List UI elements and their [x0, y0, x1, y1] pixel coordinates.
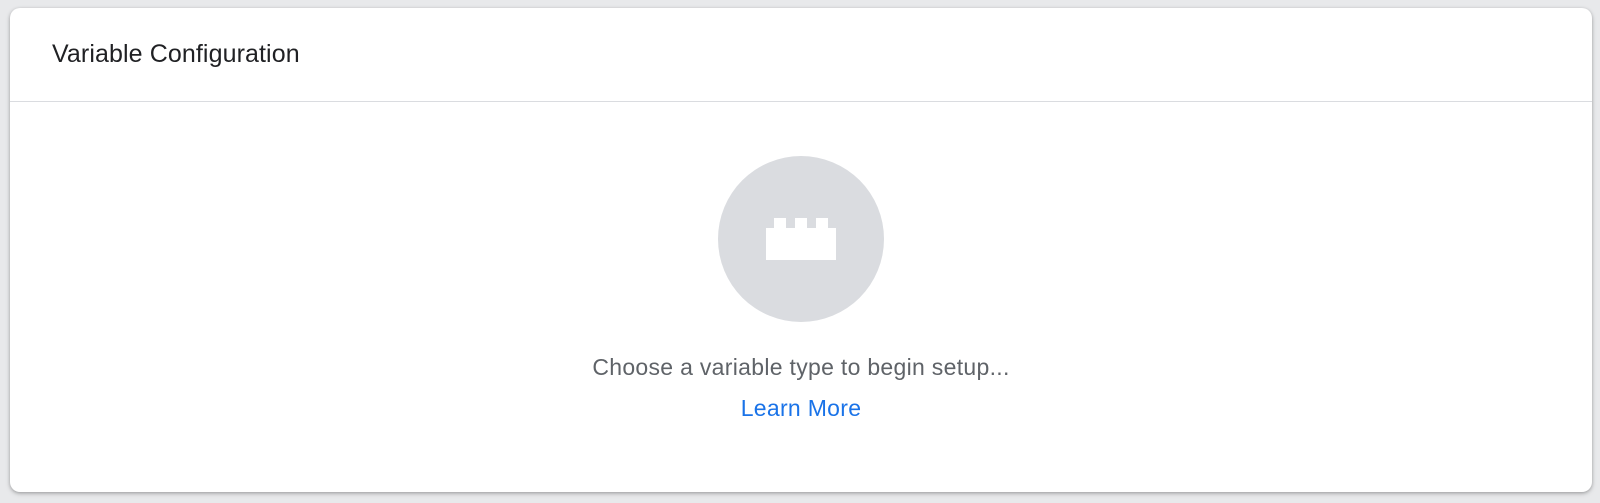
variable-configuration-card: Variable Configuration Choose a variable… [10, 8, 1592, 492]
learn-more-link[interactable]: Learn More [741, 395, 862, 422]
panel-title: Variable Configuration [52, 40, 300, 68]
lego-brick-icon [766, 218, 836, 260]
choose-variable-type-button[interactable] [718, 156, 884, 322]
card-header: Variable Configuration [10, 8, 1592, 102]
card-body: Choose a variable type to begin setup...… [10, 102, 1592, 491]
empty-state-message: Choose a variable type to begin setup... [592, 354, 1010, 380]
